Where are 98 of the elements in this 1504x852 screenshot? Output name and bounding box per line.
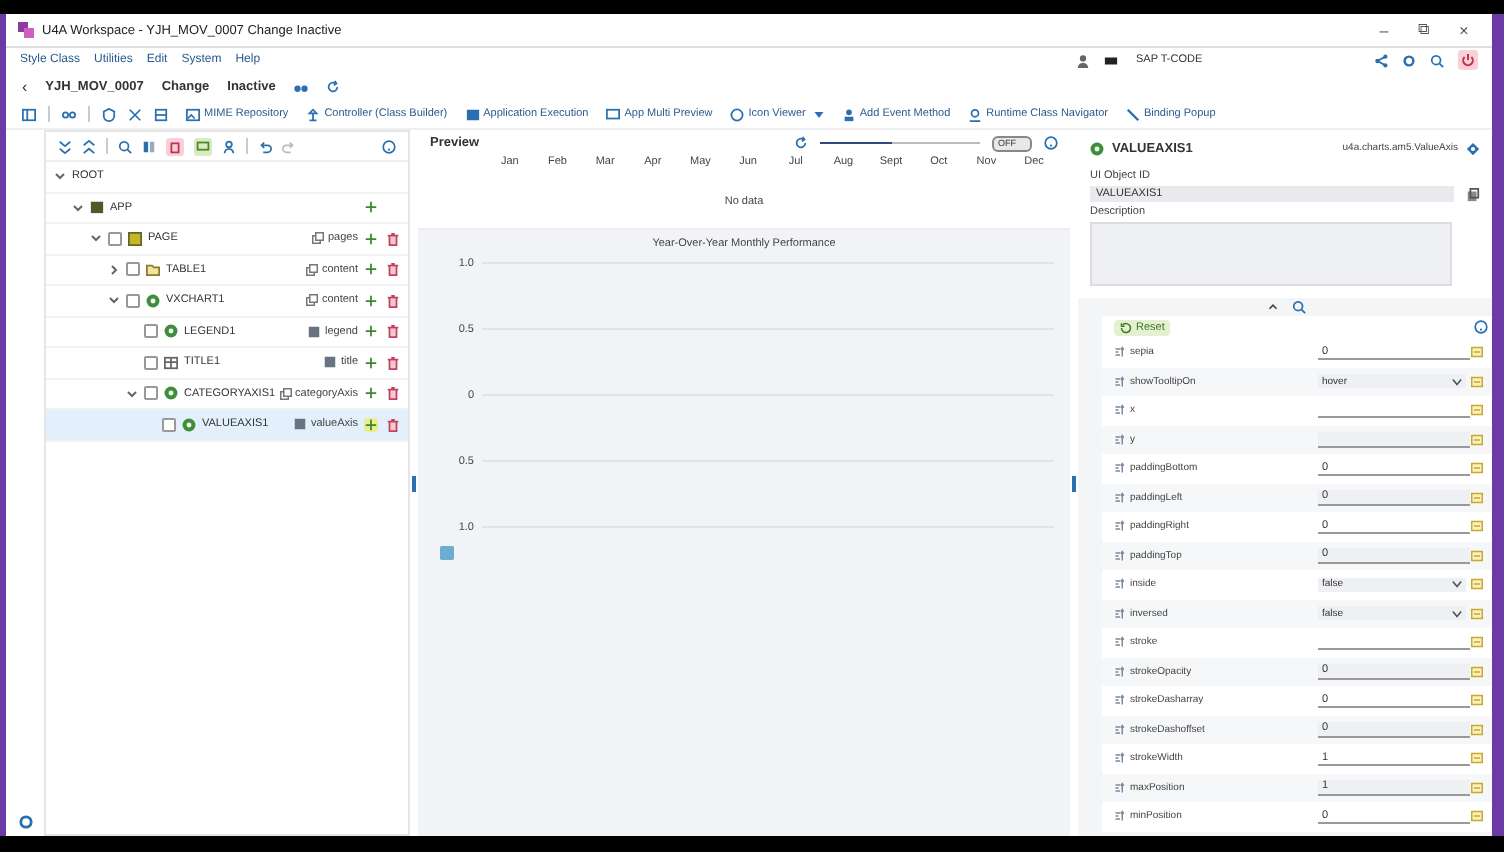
property-icon <box>1114 346 1126 359</box>
chevron-down-icon[interactable] <box>90 232 102 245</box>
checkbox[interactable] <box>144 324 158 339</box>
box-icon <box>90 200 104 215</box>
chevron-up-icon[interactable] <box>1265 300 1279 314</box>
checkbox[interactable] <box>162 417 176 432</box>
search-icon[interactable] <box>118 139 132 153</box>
property-icon <box>1114 404 1126 417</box>
property-icon <box>1114 665 1126 678</box>
property-icon <box>1114 607 1126 620</box>
delete-icon[interactable] <box>386 262 400 277</box>
share-icon[interactable] <box>1374 53 1388 67</box>
folder-icon <box>146 262 160 277</box>
search-icon[interactable] <box>1430 53 1444 67</box>
property-icon <box>1114 549 1126 562</box>
help-icon[interactable] <box>382 139 396 153</box>
image-icon <box>186 107 200 121</box>
restore-button[interactable]: ⧉ <box>1408 20 1440 40</box>
close-button[interactable]: × <box>1448 21 1480 39</box>
property-icon <box>1114 578 1126 591</box>
copy-icon[interactable] <box>1466 187 1480 201</box>
add-icon[interactable] <box>364 231 378 246</box>
layout-icon[interactable] <box>22 107 36 121</box>
add-icon[interactable] <box>364 293 378 308</box>
chart-node-icon <box>164 324 178 339</box>
reset-icon <box>1120 321 1132 333</box>
delete-icon[interactable] <box>386 386 401 401</box>
delete-icon[interactable] <box>386 293 400 308</box>
checkbox[interactable] <box>126 293 140 308</box>
chevron-down-icon[interactable] <box>126 387 138 400</box>
glasses-icon[interactable] <box>62 107 76 121</box>
delete-icon[interactable] <box>386 324 400 339</box>
help-icon[interactable] <box>1044 136 1058 150</box>
property-icon <box>1114 636 1126 649</box>
add-icon[interactable] <box>364 200 378 215</box>
person-icon[interactable] <box>1076 53 1090 67</box>
chevron-right-icon[interactable] <box>108 263 120 276</box>
minimize-button[interactable]: – <box>1368 21 1400 39</box>
chevron-icon <box>1452 580 1462 589</box>
delete-icon[interactable] <box>386 355 400 370</box>
delete-icon[interactable] <box>166 137 184 155</box>
chevron-down-icon[interactable] <box>108 294 120 307</box>
person-icon <box>841 107 856 121</box>
refresh-icon[interactable] <box>325 79 340 93</box>
checkbox[interactable] <box>126 262 140 277</box>
chart-node-icon <box>1090 141 1104 155</box>
property-icon <box>1114 781 1126 794</box>
add-icon[interactable] <box>364 355 378 370</box>
help-icon[interactable] <box>1474 320 1488 334</box>
card-icon[interactable] <box>1104 53 1118 67</box>
back-button[interactable]: ‹ <box>22 77 28 95</box>
stack-icon[interactable] <box>154 107 168 121</box>
navigate-icon[interactable] <box>1466 141 1480 155</box>
chevron-icon <box>1452 609 1462 618</box>
chevron-down-icon[interactable] <box>54 170 66 183</box>
property-icon <box>1114 375 1126 388</box>
copy-icon[interactable] <box>194 137 212 155</box>
chart-node-icon <box>182 417 196 432</box>
columns-icon[interactable] <box>142 139 156 153</box>
zoom-icon[interactable] <box>1291 300 1305 314</box>
checkbox[interactable] <box>144 386 158 401</box>
chevron-down-icon[interactable] <box>72 201 84 214</box>
zoom-slider[interactable] <box>820 137 980 149</box>
property-field[interactable] <box>1318 431 1470 448</box>
delete-icon[interactable] <box>386 231 400 246</box>
person-icon[interactable] <box>222 139 236 153</box>
property-icon <box>1114 491 1126 504</box>
monitor-icon <box>606 107 621 121</box>
property-icon <box>1114 520 1126 533</box>
cross-icon[interactable] <box>128 107 142 121</box>
property-icon <box>1114 433 1126 446</box>
grid-icon <box>164 355 178 370</box>
screen-icon <box>465 107 480 121</box>
property-icon <box>1114 723 1126 736</box>
app-logo-icon <box>18 22 34 38</box>
add-icon[interactable] <box>364 417 378 432</box>
shield-icon[interactable] <box>102 107 116 121</box>
add-icon[interactable] <box>364 262 378 277</box>
checkbox[interactable] <box>144 355 158 370</box>
refresh-icon[interactable] <box>794 136 808 150</box>
circle-icon <box>730 107 745 121</box>
chart-node-icon <box>146 293 160 308</box>
property-icon <box>1114 462 1126 475</box>
add-icon[interactable] <box>364 324 378 339</box>
chart-node-icon <box>164 386 178 401</box>
property-icon <box>1114 810 1126 823</box>
description-field[interactable] <box>1090 222 1452 286</box>
expand-all-icon[interactable] <box>82 139 96 153</box>
power-icon[interactable] <box>1458 50 1478 70</box>
chevron-icon <box>1452 377 1462 386</box>
delete-icon[interactable] <box>386 417 400 432</box>
undo-icon[interactable] <box>258 139 272 153</box>
collapse-all-icon[interactable] <box>58 139 72 153</box>
page-icon <box>128 231 142 246</box>
add-icon[interactable] <box>364 386 379 401</box>
checkbox[interactable] <box>108 231 122 246</box>
property-icon <box>1114 694 1126 707</box>
property-icon <box>1114 752 1126 765</box>
